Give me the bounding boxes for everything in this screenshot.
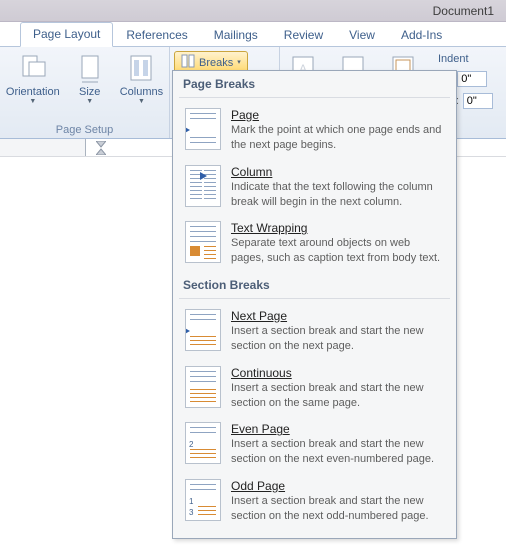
titlebar: Document1 — [0, 0, 506, 22]
breaks-label: Breaks — [199, 57, 233, 69]
ribbon-tabs: Page Layout References Mailings Review V… — [0, 22, 506, 47]
breaks-icon — [181, 54, 195, 71]
indent-marker-icon[interactable] — [96, 141, 106, 155]
continuous-break-icon — [185, 366, 221, 408]
even-page-break-icon: 2 — [185, 422, 221, 464]
column-break-icon — [185, 165, 221, 207]
section-title-page-breaks: Page Breaks — [173, 71, 456, 95]
item-title: Page — [231, 108, 444, 122]
tab-view[interactable]: View — [336, 23, 388, 47]
chevron-down-icon: ▼ — [86, 98, 93, 105]
columns-label: Columns — [120, 86, 163, 98]
break-item-odd-page[interactable]: 1 3 Odd Page Insert a section break and … — [173, 473, 456, 530]
page-break-icon — [185, 108, 221, 150]
app-window: Document1 Page Layout References Mailing… — [0, 0, 506, 560]
item-desc: Insert a section break and start the new… — [231, 494, 444, 524]
indent-left-input[interactable] — [457, 71, 487, 87]
item-title: Column — [231, 165, 444, 179]
item-desc: Insert a section break and start the new… — [231, 381, 444, 411]
break-item-page[interactable]: Page Mark the point at which one page en… — [173, 102, 456, 159]
tab-addins[interactable]: Add-Ins — [388, 23, 455, 47]
item-title: Continuous — [231, 366, 444, 380]
group-page-setup: Orientation ▼ Size ▼ Columns ▼ — [0, 47, 170, 138]
item-title: Text Wrapping — [231, 221, 444, 235]
breaks-dropdown: Page Breaks Page Mark the point at which… — [172, 70, 457, 539]
orientation-button[interactable]: Orientation ▼ — [0, 49, 66, 108]
break-item-column[interactable]: Column Indicate that the text following … — [173, 159, 456, 216]
item-desc: Insert a section break and start the new… — [231, 324, 444, 354]
orientation-icon — [17, 52, 49, 84]
text-wrapping-break-icon — [185, 221, 221, 263]
tab-page-layout[interactable]: Page Layout — [20, 22, 113, 47]
orientation-label: Orientation — [6, 86, 60, 98]
section-title-section-breaks: Section Breaks — [173, 272, 456, 296]
document-title: Document1 — [433, 4, 494, 18]
item-desc: Mark the point at which one page ends an… — [231, 123, 444, 153]
item-desc: Separate text around objects on web page… — [231, 236, 444, 266]
item-desc: Insert a section break and start the new… — [231, 437, 444, 467]
size-icon — [74, 52, 106, 84]
columns-button[interactable]: Columns ▼ — [114, 49, 169, 108]
tab-mailings[interactable]: Mailings — [201, 23, 271, 47]
chevron-down-icon: ▼ — [138, 98, 145, 105]
chevron-down-icon: ▼ — [29, 98, 36, 105]
break-item-text-wrapping[interactable]: Text Wrapping Separate text around objec… — [173, 215, 456, 272]
item-title: Even Page — [231, 422, 444, 436]
indent-label: Indent — [438, 53, 493, 65]
size-button[interactable]: Size ▼ — [68, 49, 112, 108]
item-title: Next Page — [231, 309, 444, 323]
break-item-continuous[interactable]: Continuous Insert a section break and st… — [173, 360, 456, 417]
indent-right-input[interactable] — [463, 93, 493, 109]
item-desc: Indicate that the text following the col… — [231, 180, 444, 210]
break-item-next-page[interactable]: Next Page Insert a section break and sta… — [173, 303, 456, 360]
next-page-break-icon — [185, 309, 221, 351]
size-label: Size — [79, 86, 100, 98]
tab-references[interactable]: References — [113, 23, 200, 47]
tab-review[interactable]: Review — [271, 23, 336, 47]
break-item-even-page[interactable]: 2 Even Page Insert a section break and s… — [173, 416, 456, 473]
chevron-down-icon: ▾ — [237, 58, 241, 66]
odd-page-break-icon: 1 3 — [185, 479, 221, 521]
columns-icon — [125, 52, 157, 84]
item-title: Odd Page — [231, 479, 444, 493]
group-label-page-setup: Page Setup — [0, 124, 169, 136]
